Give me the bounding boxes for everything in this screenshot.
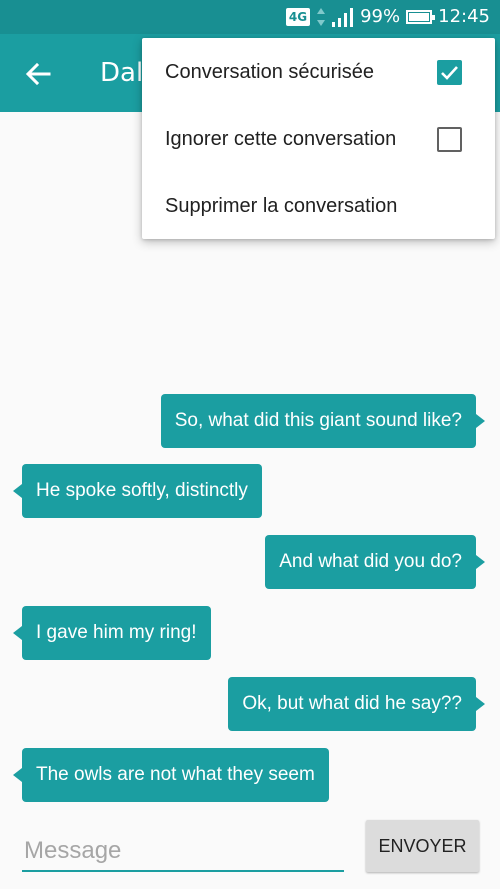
data-arrows-icon (317, 8, 326, 26)
composer: ENVOYER (0, 812, 500, 889)
menu-item-delete-conversation[interactable]: Supprimer la conversation (142, 173, 495, 240)
message-bubble-incoming[interactable]: He spoke softly, distinctly (13, 464, 262, 518)
network-type-badge: 4G (285, 8, 311, 26)
battery-percent: 99% (360, 6, 401, 27)
message-bubble-outgoing[interactable]: So, what did this giant sound like? (160, 394, 486, 448)
message-bubble-incoming[interactable]: The owls are not what they seem (13, 748, 329, 802)
menu-item-secure-conversation[interactable]: Conversation sécurisée (142, 39, 495, 106)
secure-conversation-checkbox[interactable] (437, 60, 462, 85)
back-button[interactable] (20, 56, 56, 92)
overflow-menu: Conversation sécurisée Ignorer cette con… (142, 38, 495, 239)
send-button[interactable]: ENVOYER (366, 820, 479, 872)
menu-item-label: Conversation sécurisée (165, 61, 374, 83)
checkmark-icon (441, 66, 458, 80)
conversation-title: Dal (100, 58, 144, 88)
message-input[interactable] (22, 832, 344, 872)
status-icons: 4G 99% 12:45 (285, 6, 490, 28)
message-bubble-incoming[interactable]: I gave him my ring! (13, 606, 211, 660)
status-bar: 4G 99% 12:45 (0, 0, 500, 34)
ignore-conversation-checkbox[interactable] (437, 127, 462, 152)
battery-fill (409, 13, 430, 21)
signal-icon (332, 8, 354, 27)
clock: 12:45 (438, 6, 490, 27)
message-bubble-outgoing[interactable]: Ok, but what did he say?? (228, 677, 485, 731)
menu-item-label: Supprimer la conversation (165, 195, 398, 217)
menu-item-ignore-conversation[interactable]: Ignorer cette conversation (142, 106, 495, 173)
message-bubble-outgoing[interactable]: And what did you do? (265, 535, 485, 589)
battery-icon (406, 10, 436, 24)
menu-item-label: Ignorer cette conversation (165, 128, 397, 150)
arrow-left-icon (25, 62, 51, 86)
